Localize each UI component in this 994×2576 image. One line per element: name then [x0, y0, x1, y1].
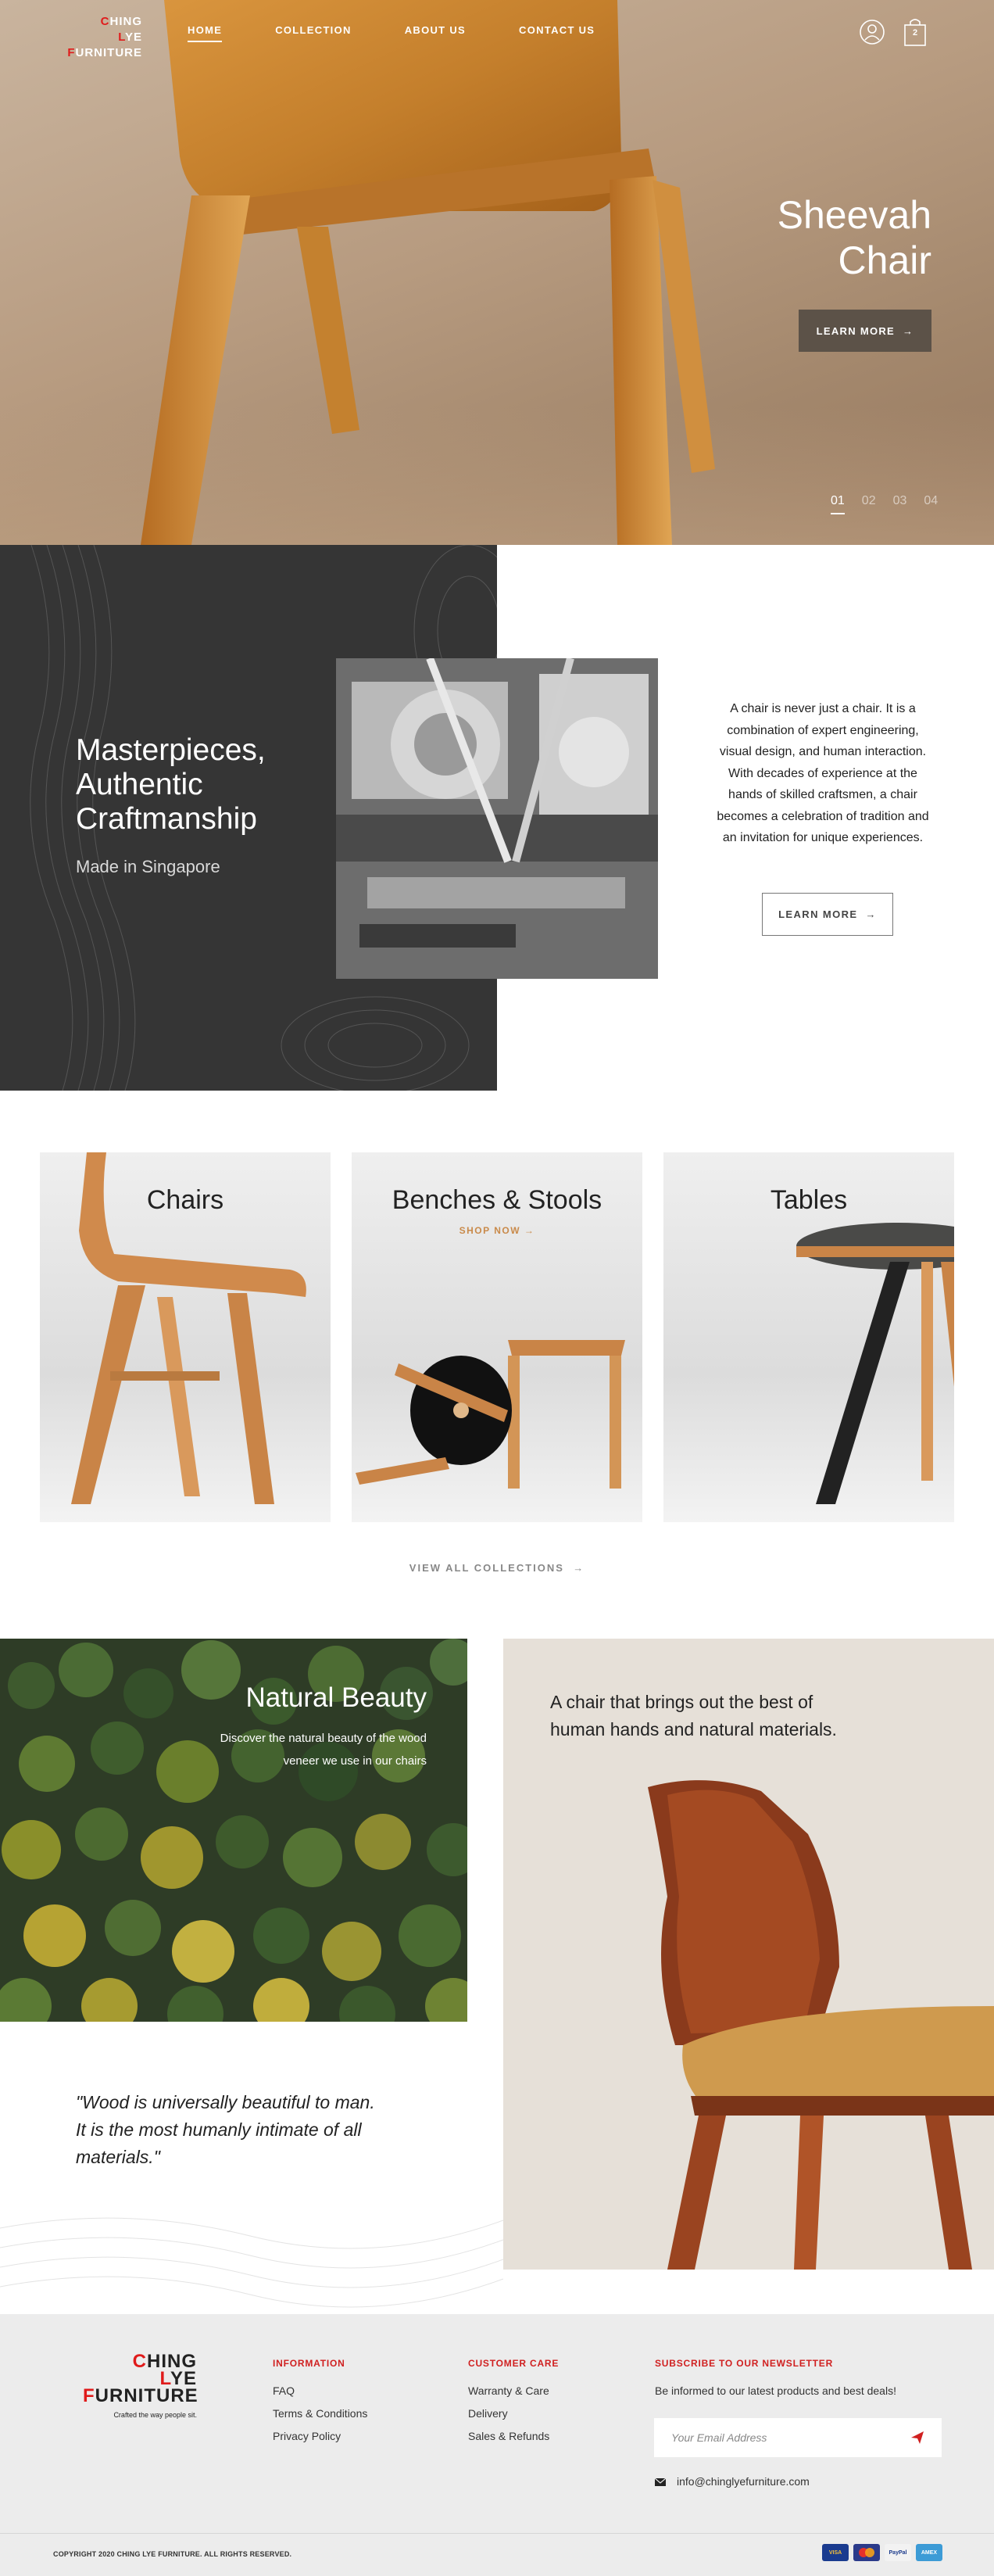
logo-tagline: Crafted the way people sit.	[113, 2411, 197, 2419]
footer-link-delivery[interactable]: Delivery	[468, 2402, 559, 2425]
slide-indicator-01[interactable]: 01	[831, 494, 845, 514]
payment-label: AMEX	[921, 2549, 938, 2556]
button-label: LEARN MORE	[778, 908, 858, 920]
craft-subtitle: Made in Singapore	[76, 857, 220, 876]
collection-card-tables[interactable]: Tables	[663, 1152, 954, 1522]
hero-title: Sheevah Chair	[727, 192, 931, 283]
arrow-right-icon: →	[903, 324, 914, 337]
footer-divider	[0, 2533, 994, 2534]
payment-label: PayPal	[889, 2549, 907, 2556]
link-label: VIEW ALL COLLECTIONS	[409, 1562, 564, 1574]
view-all-collections-link[interactable]: VIEW ALL COLLECTIONS →	[0, 1562, 994, 1574]
collection-card-chairs[interactable]: Chairs	[40, 1152, 331, 1522]
contact-email: info@chinglyefurniture.com	[677, 2475, 810, 2488]
slide-indicator-03[interactable]: 03	[893, 494, 907, 514]
logo-letter: L	[118, 30, 125, 44]
craft-description: A chair is never just a chair. It is a c…	[717, 702, 929, 844]
nature-title: Natural Beauty	[245, 1682, 427, 1713]
link-label: SHOP NOW	[459, 1225, 521, 1236]
quote-line: materials."	[76, 2147, 160, 2167]
footer-heading: CUSTOMER CARE	[468, 2358, 560, 2369]
craft-title-line: Craftmanship	[76, 802, 257, 836]
tagline-line: A chair that brings out the best of	[550, 1692, 813, 1712]
arrow-right-icon: →	[865, 908, 877, 920]
email-placeholder: Your Email Address	[671, 2431, 767, 2444]
craft-title: Masterpieces, Authentic Craftmanship	[76, 733, 334, 837]
wood-quote: "Wood is universally beautiful to man. I…	[76, 2089, 381, 2171]
card-title: Tables	[770, 1185, 848, 1215]
arrow-right-icon: →	[524, 1225, 535, 1236]
subtitle-line: veneer we use in our chairs	[283, 1754, 427, 1768]
hero-learn-more-button[interactable]: LEARN MORE →	[799, 310, 931, 352]
paypal-icon: PayPal	[885, 2544, 911, 2561]
subtitle-line: Discover the natural beauty of the wood	[220, 1732, 427, 1745]
send-icon[interactable]	[910, 2431, 924, 2445]
collection-card-benches-stools[interactable]: Benches & Stools SHOP NOW →	[352, 1152, 642, 1522]
footer-link-privacy[interactable]: Privacy Policy	[273, 2425, 367, 2448]
slide-indicators: 01 02 03 04	[831, 494, 938, 514]
craft-title-line: Masterpieces,	[76, 733, 266, 767]
shop-now-link[interactable]: SHOP NOW →	[352, 1225, 642, 1236]
footer-link-warranty[interactable]: Warranty & Care	[468, 2380, 559, 2402]
nav-about-us[interactable]: ABOUT US	[405, 24, 466, 42]
payment-label: VISA	[828, 2549, 842, 2556]
logo-text: HING	[109, 15, 142, 28]
slide-indicator-04[interactable]: 04	[924, 494, 938, 514]
nav-home[interactable]: HOME	[188, 24, 223, 42]
nav-collection[interactable]: COLLECTION	[275, 24, 352, 42]
arrow-right-icon: →	[573, 1562, 585, 1574]
footer-link-terms[interactable]: Terms & Conditions	[273, 2402, 367, 2425]
quote-line: It is the most humanly intimate of all	[76, 2119, 362, 2140]
tagline-line: human hands and natural materials.	[550, 1719, 837, 1739]
footer-link-refunds[interactable]: Sales & Refunds	[468, 2425, 559, 2448]
chair-tagline: A chair that brings out the best of huma…	[550, 1689, 878, 1743]
contour-lines-decoration	[0, 2217, 503, 2308]
logo-letter: F	[83, 2385, 95, 2406]
logo-letter: C	[132, 2351, 147, 2372]
button-label: LEARN MORE	[816, 324, 896, 337]
slide-indicator-02[interactable]: 02	[862, 494, 876, 514]
craft-learn-more-button[interactable]: LEARN MORE →	[762, 893, 893, 936]
craft-title-line: Authentic	[76, 768, 203, 801]
logo-letter: F	[67, 46, 76, 59]
machine-image	[336, 658, 658, 979]
footer-information: INFORMATION FAQ Terms & Conditions Priva…	[273, 2358, 367, 2448]
footer-newsletter: SUBSCRIBE TO OUR NEWSLETTER Be informed …	[655, 2358, 896, 2402]
logo-text: URNITURE	[95, 2385, 198, 2406]
hero-title-line: Chair	[838, 238, 931, 282]
footer-logo[interactable]: CHING LYE FURNITURE Crafted the way peop…	[83, 2351, 198, 2424]
cart-count: 2	[912, 28, 918, 38]
nav-contact-us[interactable]: CONTACT US	[519, 24, 595, 42]
quote-line: "Wood is universally beautiful to man.	[76, 2092, 375, 2112]
amex-icon: AMEX	[916, 2544, 942, 2561]
copyright-text: COPYRIGHT 2020 CHING LYE FURNITURE. ALL …	[53, 2550, 292, 2558]
main-nav: HOME COLLECTION ABOUT US CONTACT US	[188, 24, 648, 42]
mastercard-icon	[853, 2544, 880, 2561]
visa-icon: VISA	[822, 2544, 849, 2561]
cart-button[interactable]: 2	[903, 17, 928, 47]
user-icon[interactable]	[858, 17, 886, 47]
nature-subtitle: Discover the natural beauty of the wood …	[180, 1727, 427, 1772]
logo-text: URNITURE	[75, 46, 142, 59]
mail-icon	[655, 2477, 666, 2486]
footer-link-faq[interactable]: FAQ	[273, 2380, 367, 2402]
brand-logo[interactable]: CHING LYE FURNITURE	[56, 14, 142, 61]
hero-banner: CHING LYE FURNITURE HOME COLLECTION ABOU…	[0, 0, 994, 545]
card-title: Chairs	[146, 1185, 224, 1215]
newsletter-text: Be informed to our latest products and b…	[655, 2384, 896, 2397]
footer-heading: SUBSCRIBE TO OUR NEWSLETTER	[655, 2358, 834, 2369]
logo-letter: C	[100, 15, 110, 28]
footer-heading: INFORMATION	[273, 2358, 345, 2369]
footer-contact-email[interactable]: info@chinglyefurniture.com	[655, 2470, 810, 2493]
hero-title-line: Sheevah	[777, 193, 931, 237]
footer-customer-care: CUSTOMER CARE Warranty & Care Delivery S…	[468, 2358, 559, 2448]
card-title: Benches & Stools	[392, 1185, 602, 1215]
logo-text: YE	[124, 30, 142, 44]
newsletter-email-input[interactable]: Your Email Address	[654, 2418, 942, 2457]
